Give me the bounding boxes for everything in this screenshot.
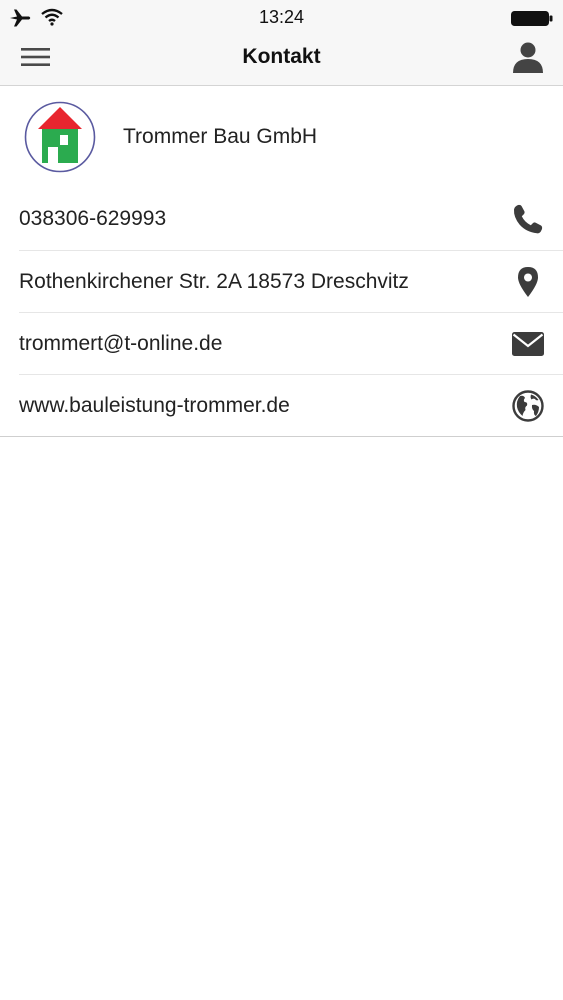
user-icon[interactable] [511, 40, 545, 74]
status-time: 13:24 [258, 7, 305, 27]
address-text: Rothenkirchener Str. 2A 18573 Dreschvitz [19, 270, 409, 293]
nav-bar: Kontakt [0, 36, 563, 86]
list-bottom-border [0, 436, 563, 437]
contact-row-address[interactable]: Rothenkirchener Str. 2A 18573 Dreschvitz [19, 250, 563, 312]
company-logo [24, 101, 96, 173]
globe-icon[interactable] [511, 389, 545, 423]
contact-row-website[interactable]: www.bauleistung-trommer.de [19, 374, 563, 436]
phone-icon[interactable] [511, 202, 545, 236]
company-header: Trommer Bau GmbH [0, 87, 563, 188]
company-name: Trommer Bau GmbH [123, 125, 318, 148]
email-address: trommert@t-online.de [19, 332, 223, 355]
page-title: Kontakt [242, 45, 321, 68]
mail-icon[interactable] [511, 327, 545, 361]
contact-list: Trommer Bau GmbH 038306-629993 Rothenkir… [0, 87, 563, 437]
status-bar: 13:24 [0, 0, 563, 36]
top-bar: 13:24 Kontakt [0, 0, 563, 86]
location-pin-icon[interactable] [511, 265, 545, 299]
contact-row-phone[interactable]: 038306-629993 [19, 188, 563, 250]
contact-row-email[interactable]: trommert@t-online.de [19, 312, 563, 374]
phone-number: 038306-629993 [19, 207, 167, 230]
website-url: www.bauleistung-trommer.de [19, 394, 290, 417]
battery-icon [511, 11, 553, 26]
